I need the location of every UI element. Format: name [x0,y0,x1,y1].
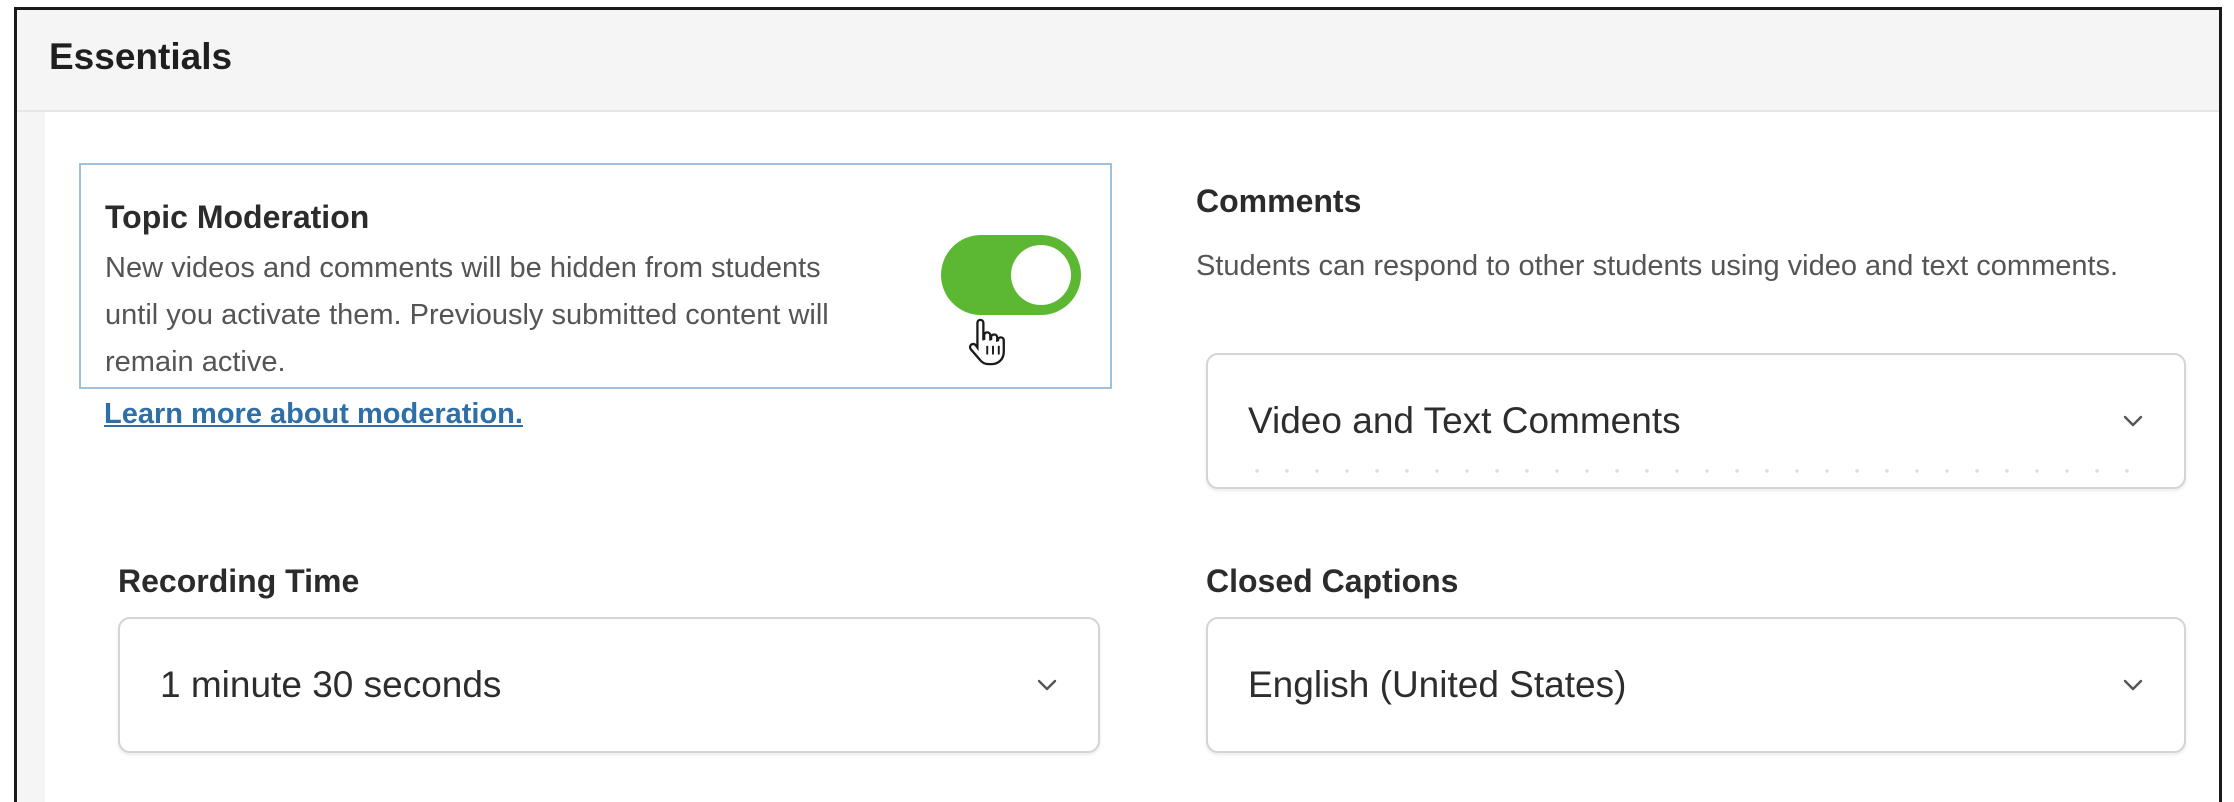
recording-time-selected-value: 1 minute 30 seconds [160,664,502,705]
comments-label: Comments [1196,183,1362,219]
hand-pointer-icon [968,318,1005,366]
chevron-down-icon [2123,679,2143,691]
topic-moderation-toggle[interactable] [941,235,1081,315]
recording-time-select[interactable]: 1 minute 30 seconds [118,617,1100,753]
toggle-knob [1011,245,1071,305]
section-header: Essentials [17,10,2219,112]
closed-captions-select[interactable]: English (United States) [1206,617,2186,753]
comments-description: Students can respond to other students u… [1196,250,2119,282]
comments-select[interactable]: Video and Text Comments [1206,353,2186,489]
left-gutter [17,112,45,802]
section-title: Essentials [49,36,233,77]
closed-captions-label: Closed Captions [1206,563,1459,599]
topic-moderation-title: Topic Moderation [105,199,370,235]
topic-moderation-card: Topic Moderation New videos and comments… [79,163,1112,389]
closed-captions-selected-value: English (United States) [1248,664,1627,705]
learn-more-moderation-link[interactable]: Learn more about moderation. [104,398,523,431]
topic-moderation-description: New videos and comments will be hidden f… [105,252,829,378]
recording-time-label: Recording Time [118,563,360,599]
chevron-down-icon [2123,415,2143,427]
chevron-down-icon [1037,679,1057,691]
select-dotted-trim [1242,469,2150,473]
comments-selected-value: Video and Text Comments [1248,400,1681,441]
